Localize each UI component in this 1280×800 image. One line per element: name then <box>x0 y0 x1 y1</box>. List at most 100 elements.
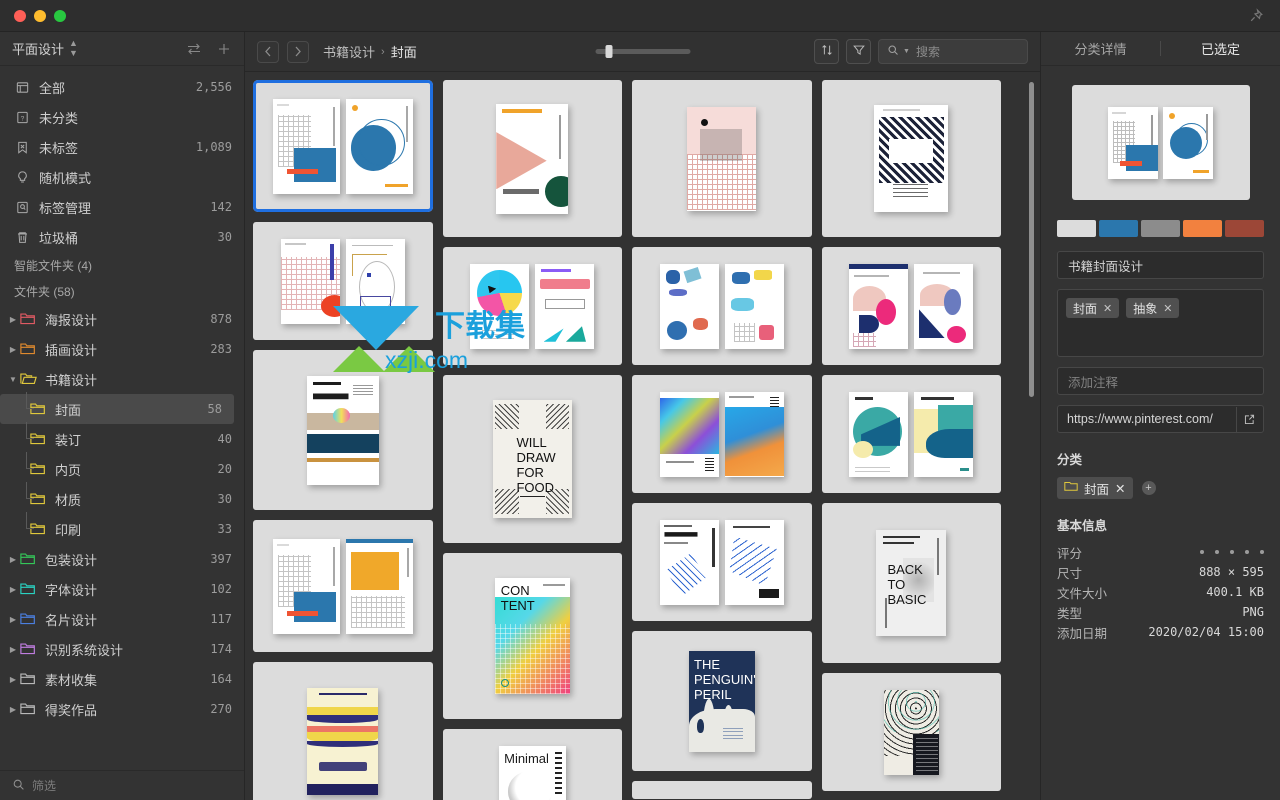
sidebar-item-trash[interactable]: 垃圾桶 30 <box>0 222 244 252</box>
folder-item[interactable]: ▶ 包装设计 397 <box>0 544 244 574</box>
external-link-icon[interactable] <box>1236 406 1261 432</box>
sidebar-filter[interactable] <box>0 770 244 800</box>
sidebar-item-random-mode[interactable]: 随机模式 <box>0 162 244 192</box>
thumbnail-diagonal-stripe-poster[interactable] <box>821 80 1001 237</box>
thumbnail-back-to-basic[interactable]: BACK TO BASIC <box>821 503 1001 663</box>
remove-tag-icon[interactable]: ✕ <box>1103 302 1112 315</box>
forward-button[interactable] <box>287 40 309 63</box>
thumbnail-will-draw-for-food[interactable]: WILL DRAW FOR FOOD <box>442 375 622 543</box>
minimize-button[interactable] <box>34 9 46 22</box>
thumbnail-penguins-peril[interactable]: THEPENGUIN'SPERIL <box>632 631 812 771</box>
folder-item[interactable]: ▶ 海报设计 878 <box>0 304 244 334</box>
window-controls[interactable] <box>0 9 66 22</box>
grid-scrollbar[interactable] <box>1029 82 1034 397</box>
folder-item[interactable]: 内页 20 <box>0 452 244 484</box>
sidebar-item-tag-manager[interactable]: 标签管理 142 <box>0 192 244 222</box>
thumbnail-fluid-marble-pair[interactable] <box>632 375 812 493</box>
thumbnail-artboard-blue-pair[interactable] <box>632 503 812 621</box>
thumbnail-content-gradient[interactable]: CON TENT <box>442 553 622 719</box>
note-field[interactable]: 添加注释 <box>1057 367 1264 395</box>
filter-input[interactable] <box>32 778 232 793</box>
sidebar-item-uncategorized[interactable]: ? 未分类 <box>0 102 244 132</box>
breadcrumb-parent[interactable]: 书籍设计 <box>323 42 375 61</box>
rating-star[interactable] <box>1260 550 1264 554</box>
folder-item[interactable]: 装订 40 <box>0 422 244 454</box>
thumbnail-ideas-triangle-poster[interactable] <box>442 80 622 237</box>
thumbnail-minimal-brochure[interactable]: MinimalCOVER <box>442 729 622 800</box>
maximize-button[interactable] <box>54 9 66 22</box>
chevron-down-icon[interactable]: ▼ <box>903 48 910 55</box>
chevron-right-icon[interactable]: ▶ <box>6 705 20 714</box>
tab-category-detail[interactable]: 分类详情 <box>1041 32 1160 65</box>
thumbnail-blue-orange-grid-pair[interactable] <box>253 520 433 652</box>
folder-item[interactable]: ▶ 素材收集 164 <box>0 664 244 694</box>
color-swatch[interactable] <box>1225 220 1264 237</box>
folder-item[interactable]: ▶ 字体设计 102 <box>0 574 244 604</box>
library-switch-icon[interactable]: ▲ ▼ <box>69 39 78 58</box>
sidebar-item-all[interactable]: 全部 2,556 <box>0 72 244 102</box>
plus-icon[interactable] <box>216 41 232 57</box>
tag-chip[interactable]: 封面 ✕ <box>1066 298 1120 318</box>
title-field[interactable]: 书籍封面设计 <box>1057 251 1264 279</box>
folder-item[interactable]: ▶ 名片设计 117 <box>0 604 244 634</box>
thumbnail-yellow-wave-book[interactable] <box>253 662 433 800</box>
filter-button[interactable] <box>846 39 871 64</box>
url-field[interactable]: https://www.pinterest.com/ <box>1057 405 1264 433</box>
search-box[interactable]: ▼ 搜索 <box>878 39 1028 64</box>
folder-item[interactable]: ▶ 识别系统设计 174 <box>0 634 244 664</box>
chevron-right-icon[interactable]: ▶ <box>6 315 20 324</box>
thumbnail-navy-circle-shapes-pair[interactable] <box>821 247 1001 365</box>
search-placeholder: 搜索 <box>915 45 940 59</box>
sort-button[interactable] <box>814 39 839 64</box>
selected-image-preview[interactable] <box>1071 85 1250 200</box>
folder-item[interactable]: ▶ 得奖作品 270 <box>0 694 244 724</box>
thumbnail-brush-stroke-pair[interactable] <box>632 247 812 365</box>
sidebar-item-untagged[interactable]: 未标签 1,089 <box>0 132 244 162</box>
chevron-right-icon[interactable]: ▶ <box>6 345 20 354</box>
rating-stars[interactable] <box>1200 550 1264 554</box>
thumbnail-pink-content-pair[interactable] <box>253 222 433 340</box>
color-swatch[interactable] <box>1057 220 1096 237</box>
folder-item[interactable]: 印刷 33 <box>0 512 244 544</box>
remove-category-icon[interactable]: ✕ <box>1115 481 1125 496</box>
folder-item[interactable]: 封面 58 <box>0 392 234 424</box>
category-chip[interactable]: 封面 ✕ <box>1057 477 1133 499</box>
library-name[interactable]: 平面设计 <box>12 39 64 58</box>
plus-icon[interactable]: + <box>1141 481 1156 495</box>
color-swatch[interactable] <box>1141 220 1180 237</box>
thumbnail-halftone-spiral[interactable] <box>821 673 1001 791</box>
slider-knob[interactable] <box>605 45 613 58</box>
thumbnail-partial-bottom-2[interactable] <box>632 781 812 799</box>
tab-selected[interactable]: 已选定 <box>1161 32 1280 65</box>
chevron-right-icon[interactable]: ▶ <box>6 555 20 564</box>
thumbnail-blue-circle-grid-pair[interactable] <box>253 80 433 212</box>
thumbnail-abstract-art-stripe[interactable] <box>253 350 433 510</box>
folder-item[interactable]: 材质 30 <box>0 482 244 514</box>
rating-star[interactable] <box>1245 550 1249 554</box>
thumbnail-teal-organic-pair[interactable] <box>821 375 1001 493</box>
color-swatch[interactable] <box>1183 220 1222 237</box>
rating-star[interactable] <box>1200 550 1204 554</box>
chevron-down-icon[interactable]: ▼ <box>6 375 20 384</box>
chevron-right-icon[interactable]: ▶ <box>6 675 20 684</box>
folder-item[interactable]: ▶ 插画设计 283 <box>0 334 244 364</box>
swap-icon[interactable] <box>186 41 202 57</box>
breadcrumb-current[interactable]: 封面 <box>391 42 417 61</box>
thumbnail-pink-grid-typography[interactable] <box>632 80 812 237</box>
pin-icon[interactable] <box>1248 8 1264 24</box>
rating-star[interactable] <box>1230 550 1234 554</box>
chevron-right-icon[interactable]: ▶ <box>6 615 20 624</box>
back-button[interactable] <box>257 40 279 63</box>
tag-chip[interactable]: 抽象 ✕ <box>1126 298 1180 318</box>
thumbnail-size-slider[interactable] <box>595 45 690 58</box>
slider-track[interactable] <box>595 45 690 58</box>
rating-star[interactable] <box>1215 550 1219 554</box>
tag-box[interactable]: 封面 ✕ 抽象 ✕ <box>1057 289 1264 357</box>
thumbnail-colorful-collage-pair[interactable] <box>442 247 622 365</box>
remove-tag-icon[interactable]: ✕ <box>1163 302 1172 315</box>
folder-item[interactable]: ▼ 书籍设计 <box>0 364 244 394</box>
chevron-right-icon[interactable]: ▶ <box>6 645 20 654</box>
color-swatch[interactable] <box>1099 220 1138 237</box>
close-button[interactable] <box>14 9 26 22</box>
chevron-right-icon[interactable]: ▶ <box>6 585 20 594</box>
